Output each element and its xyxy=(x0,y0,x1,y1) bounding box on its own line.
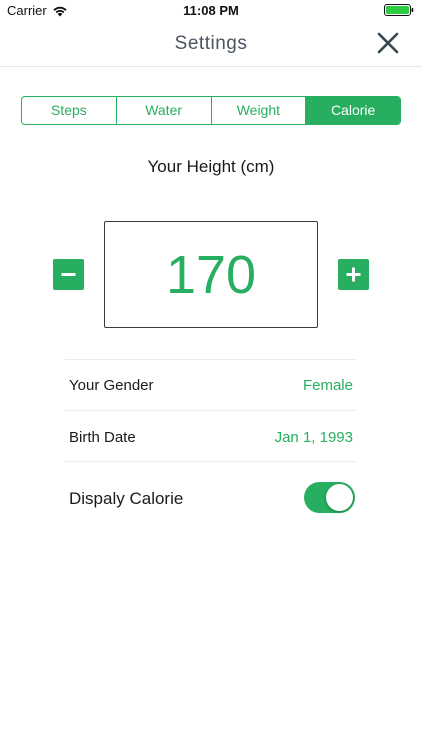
height-label: Your Height (cm) xyxy=(147,157,275,176)
status-time: 11:08 PM xyxy=(183,3,239,18)
close-icon xyxy=(377,32,399,54)
birth-date-row[interactable]: Birth Date Jan 1, 1993 xyxy=(65,410,357,461)
increase-height-button[interactable] xyxy=(338,259,369,290)
tab-weight[interactable]: Weight xyxy=(212,97,307,124)
display-calorie-row: Dispaly Calorie xyxy=(65,461,357,533)
status-bar: Carrier 11:08 PM xyxy=(0,0,422,22)
tab-calorie[interactable]: Calorie xyxy=(306,97,400,124)
birth-date-label: Birth Date xyxy=(69,429,136,446)
tab-steps[interactable]: Steps xyxy=(22,97,117,124)
goal-type-tabs: Steps Water Weight Calorie xyxy=(21,96,401,125)
display-calorie-toggle[interactable] xyxy=(304,482,355,513)
navigation-bar: Settings xyxy=(0,22,422,67)
height-value-display: 170 xyxy=(104,221,318,328)
page-title: Settings xyxy=(174,33,248,54)
birth-date-value[interactable]: Jan 1, 1993 xyxy=(275,429,353,446)
toggle-knob xyxy=(326,484,353,511)
close-button[interactable] xyxy=(376,31,400,55)
decrease-height-button[interactable] xyxy=(53,259,84,290)
gender-value[interactable]: Female xyxy=(303,377,353,394)
gender-row[interactable]: Your Gender Female xyxy=(65,359,357,410)
display-calorie-label: Dispaly Calorie xyxy=(69,489,184,508)
gender-label: Your Gender xyxy=(69,377,154,394)
tab-water[interactable]: Water xyxy=(117,97,212,124)
height-value: 170 xyxy=(165,244,257,305)
plus-icon xyxy=(346,267,361,282)
minus-icon xyxy=(61,273,76,276)
battery-icon xyxy=(384,4,414,16)
